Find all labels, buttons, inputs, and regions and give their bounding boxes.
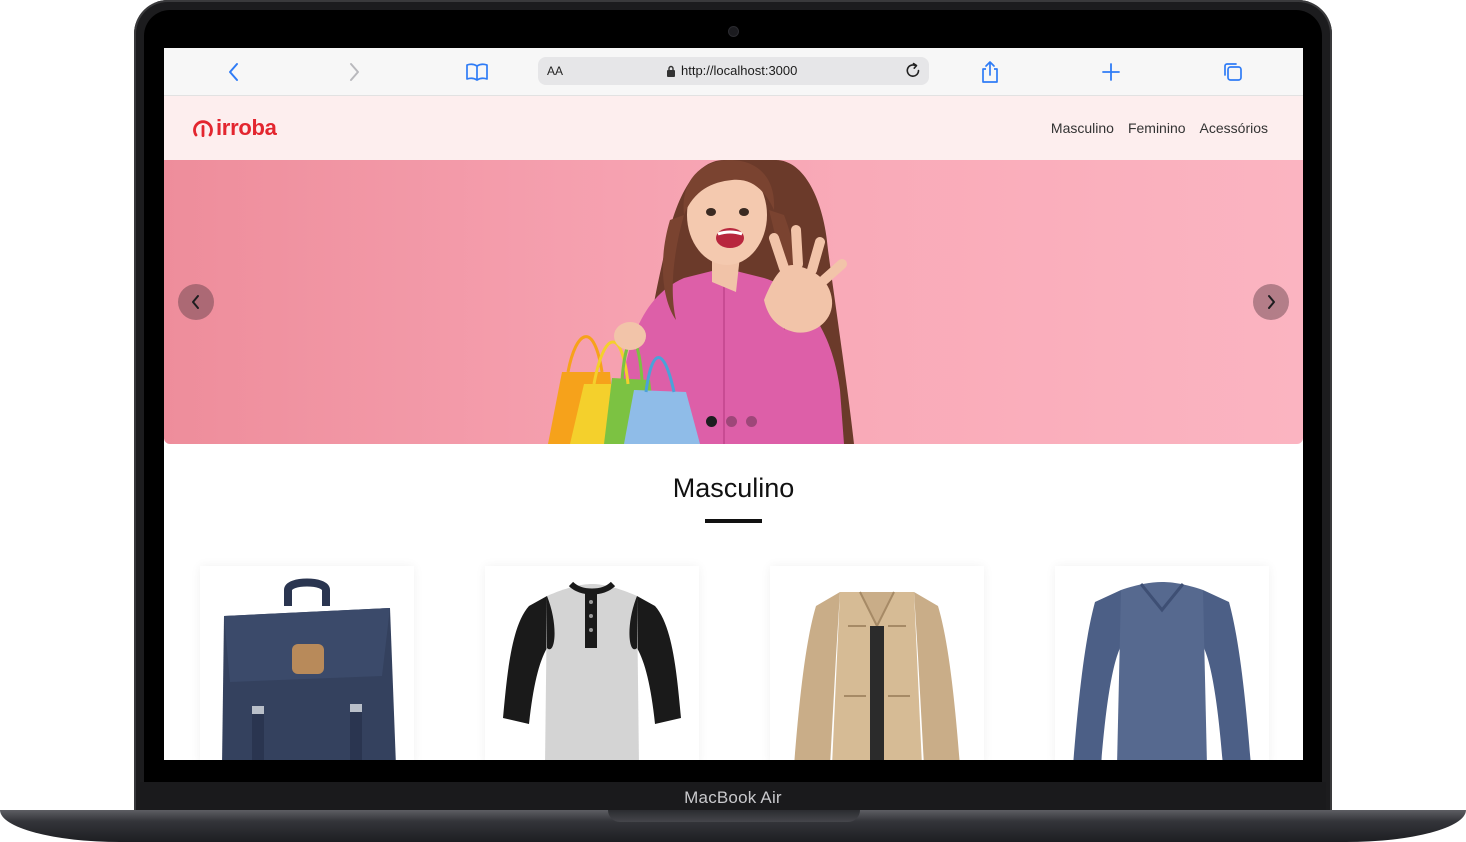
brand-name: irroba [216, 115, 277, 140]
share-icon [982, 61, 998, 83]
plus-icon [1102, 63, 1120, 81]
screen: AA http://localhost:3000 irroba Masculin… [164, 48, 1303, 760]
nav-acessorios[interactable]: Acessórios [1200, 120, 1268, 136]
reader-button[interactable]: AA [547, 64, 563, 78]
device-label: MacBook Air [684, 788, 782, 807]
product-card[interactable] [1055, 566, 1269, 760]
main-nav: Masculino Feminino Acessórios [1051, 120, 1268, 136]
url-display[interactable]: http://localhost:3000 [666, 63, 797, 78]
product-card[interactable] [200, 566, 414, 760]
nav-feminino[interactable]: Feminino [1128, 120, 1186, 136]
site-header: irroba Masculino Feminino Acessórios [164, 96, 1303, 160]
carousel-next-button[interactable] [1253, 284, 1289, 320]
tabs-button[interactable] [1219, 58, 1247, 86]
laptop-hinge: MacBook Air [140, 782, 1326, 810]
camera-icon [729, 27, 738, 36]
jacket-icon [794, 591, 960, 760]
bookmarks-button[interactable] [463, 58, 491, 86]
hero-image [548, 160, 854, 444]
address-bar[interactable]: AA http://localhost:3000 [538, 57, 929, 85]
forward-button[interactable] [340, 58, 368, 86]
back-button[interactable] [220, 58, 248, 86]
carousel-indicators [706, 416, 757, 427]
browser-toolbar: AA http://localhost:3000 [164, 48, 1303, 96]
irroba-logo-icon [193, 120, 213, 137]
chevron-left-icon [229, 63, 238, 81]
reload-icon [906, 62, 920, 77]
carousel-prev-button[interactable] [178, 284, 214, 320]
hero-carousel [164, 160, 1303, 444]
new-tab-button[interactable] [1097, 58, 1125, 86]
carousel-dot[interactable] [726, 416, 737, 427]
backpack-icon [222, 578, 396, 760]
reload-button[interactable] [903, 61, 923, 86]
nav-masculino[interactable]: Masculino [1051, 120, 1114, 136]
brand-logo[interactable]: irroba [192, 115, 277, 141]
raglan-shirt-icon [503, 581, 681, 760]
section-title: Masculino [672, 473, 795, 503]
tabs-icon [1224, 63, 1242, 81]
sweater-icon [1073, 582, 1251, 760]
url-text: http://localhost:3000 [681, 63, 798, 78]
product-grid [164, 566, 1303, 760]
carousel-dot[interactable] [746, 416, 757, 427]
chevron-right-icon [1268, 295, 1275, 309]
book-icon [466, 63, 488, 81]
chevron-right-icon [350, 63, 359, 81]
carousel-dot[interactable] [706, 416, 717, 427]
lock-icon [667, 65, 675, 77]
chevron-left-icon [192, 295, 199, 309]
product-card[interactable] [770, 566, 984, 760]
laptop-notch [608, 810, 860, 822]
product-card[interactable] [485, 566, 699, 760]
share-button[interactable] [976, 58, 1004, 86]
title-underline [705, 519, 762, 523]
